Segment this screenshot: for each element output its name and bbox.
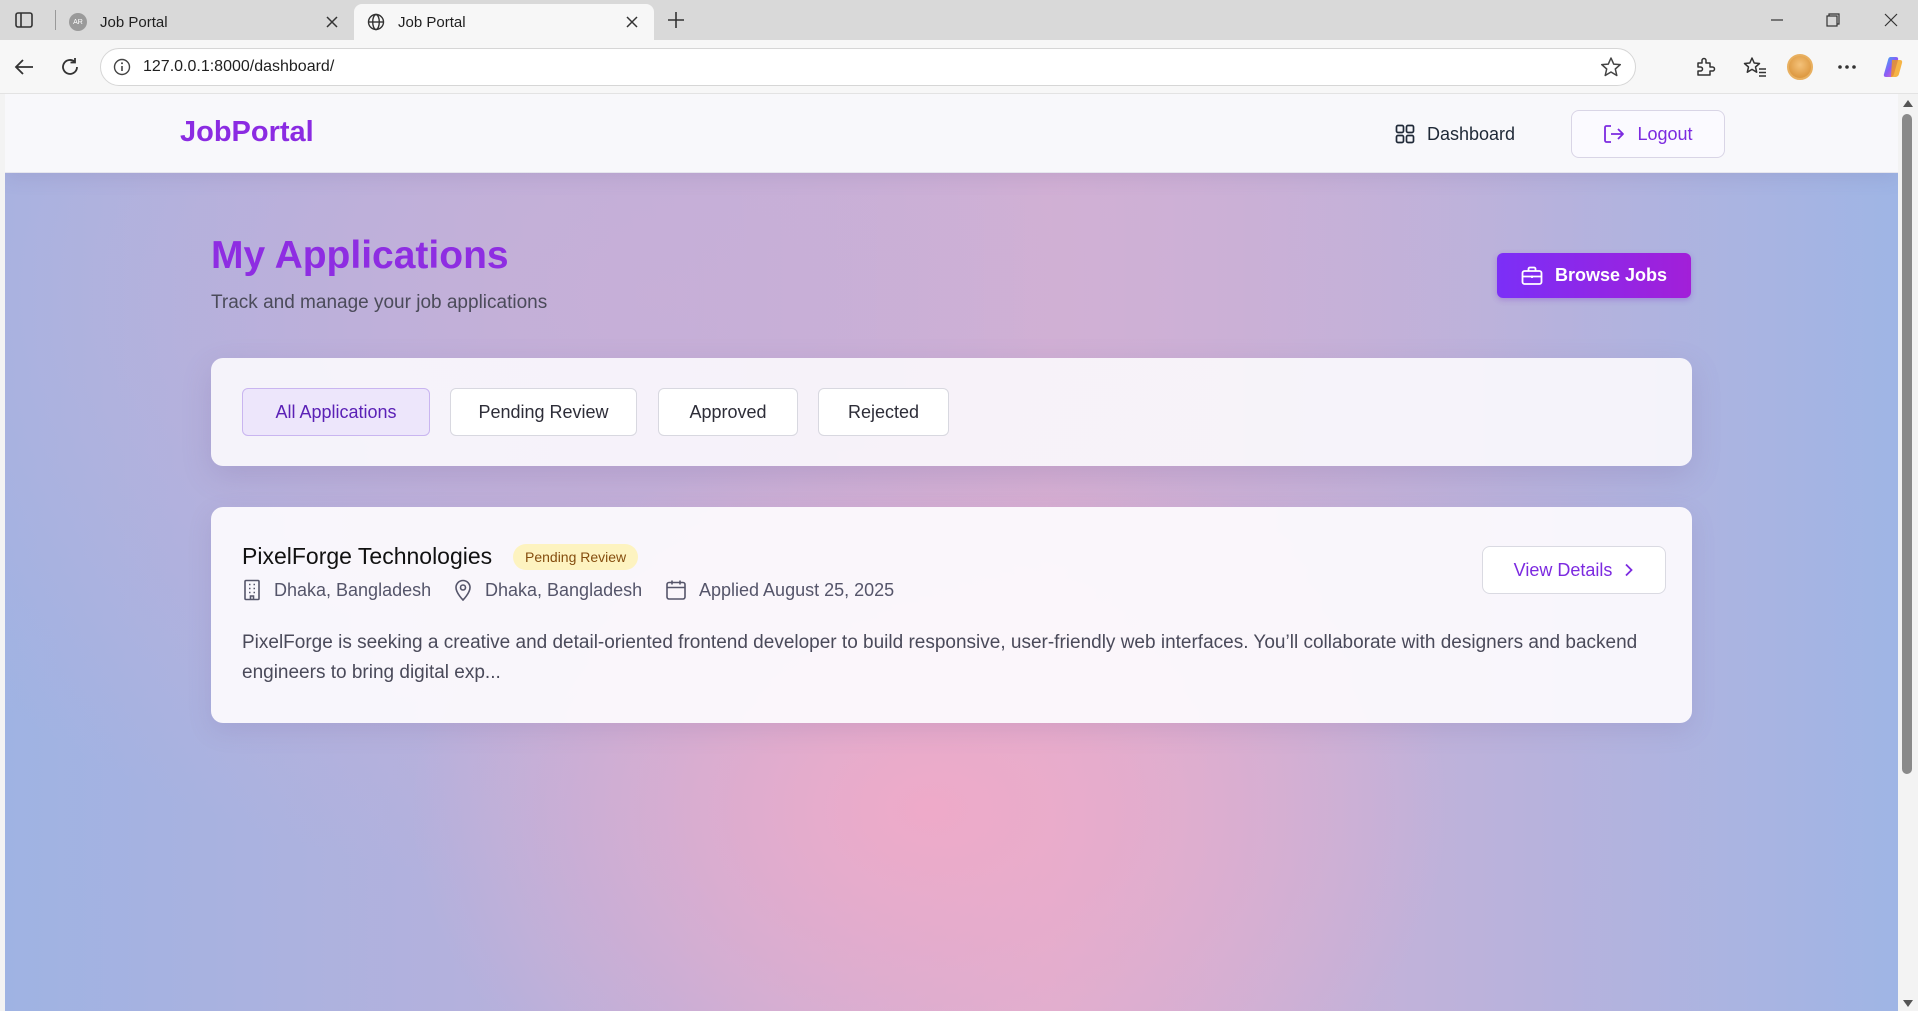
tab-title: Job Portal <box>100 13 168 31</box>
minimize-icon[interactable] <box>1754 6 1800 34</box>
site-navbar: JobPortal Dashboard Logout <box>5 94 1898 173</box>
browser-tab-bar: AR Job Portal Job Portal <box>0 0 1918 40</box>
nav-dashboard-label: Dashboard <box>1427 123 1516 144</box>
filter-approved[interactable]: Approved <box>658 388 798 436</box>
back-arrow-icon[interactable] <box>9 52 39 82</box>
view-details-label: View Details <box>1513 559 1613 580</box>
reload-icon[interactable] <box>55 52 85 82</box>
site-info-icon[interactable] <box>111 56 133 78</box>
filter-panel: All Applications Pending Review Approved… <box>211 358 1692 466</box>
logout-label: Logout <box>1637 123 1693 144</box>
applied-date: Applied August 25, 2025 <box>665 576 894 604</box>
browser-tab-active[interactable]: Job Portal <box>354 4 654 40</box>
browser-tab-inactive[interactable]: AR Job Portal <box>56 4 354 40</box>
profile-avatar[interactable] <box>1785 52 1815 82</box>
page-subtitle: Track and manage your job applications <box>211 292 548 313</box>
page-title: My Applications <box>211 234 509 277</box>
tab-actions-icon[interactable] <box>10 8 38 32</box>
status-badge: Pending Review <box>513 544 639 570</box>
page-scrollbar[interactable] <box>1898 94 1918 1011</box>
logout-icon <box>1603 124 1625 144</box>
building-icon <box>242 579 262 601</box>
calendar-icon <box>665 579 687 601</box>
logout-button[interactable]: Logout <box>1571 110 1725 158</box>
application-card: PixelForge Technologies Pending Review D… <box>211 507 1692 723</box>
close-window-icon[interactable] <box>1868 6 1914 34</box>
url-text[interactable]: 127.0.0.1:8000/dashboard/ <box>143 58 1597 76</box>
browse-jobs-label: Browse Jobs <box>1554 265 1668 285</box>
browse-jobs-button[interactable]: Browse Jobs <box>1497 253 1691 298</box>
page-viewport: JobPortal Dashboard Logout My Applicatio… <box>5 94 1898 1011</box>
scrollbar-thumb[interactable] <box>1902 114 1912 774</box>
extensions-icon[interactable] <box>1690 52 1720 82</box>
favorites-icon[interactable] <box>1740 52 1770 82</box>
copilot-icon[interactable] <box>1878 52 1908 82</box>
nav-dashboard-link[interactable]: Dashboard <box>1395 112 1515 156</box>
brand-logo[interactable]: JobPortal <box>180 116 314 149</box>
more-menu-icon[interactable] <box>1832 52 1862 82</box>
avatar-favicon-icon: AR <box>68 12 88 32</box>
close-tab-icon[interactable] <box>322 12 342 32</box>
scroll-down-icon[interactable] <box>1903 1000 1913 1007</box>
restore-icon[interactable] <box>1810 6 1856 34</box>
job-description: PixelForge is seeking a creative and det… <box>242 632 1638 683</box>
job-location: Dhaka, Bangladesh <box>453 576 642 604</box>
close-tab-icon[interactable] <box>622 12 642 32</box>
browser-toolbar: 127.0.0.1:8000/dashboard/ <box>0 40 1918 94</box>
company-location: Dhaka, Bangladesh <box>242 576 431 604</box>
company-name: PixelForge Technologies <box>242 543 493 569</box>
dashboard-grid-icon <box>1395 124 1415 144</box>
map-pin-icon <box>453 579 473 601</box>
address-bar[interactable]: 127.0.0.1:8000/dashboard/ <box>100 48 1636 86</box>
briefcase-icon <box>1521 266 1543 286</box>
view-details-button[interactable]: View Details <box>1482 546 1666 594</box>
filter-rejected[interactable]: Rejected <box>818 388 949 436</box>
filter-pending-review[interactable]: Pending Review <box>450 388 637 436</box>
globe-icon <box>366 12 386 32</box>
tab-title: Job Portal <box>398 13 466 31</box>
filter-all-applications[interactable]: All Applications <box>242 388 430 436</box>
new-tab-icon[interactable] <box>664 8 688 32</box>
favorite-star-icon[interactable] <box>1597 53 1625 81</box>
scroll-up-icon[interactable] <box>1903 100 1913 107</box>
chevron-right-icon <box>1624 563 1634 577</box>
